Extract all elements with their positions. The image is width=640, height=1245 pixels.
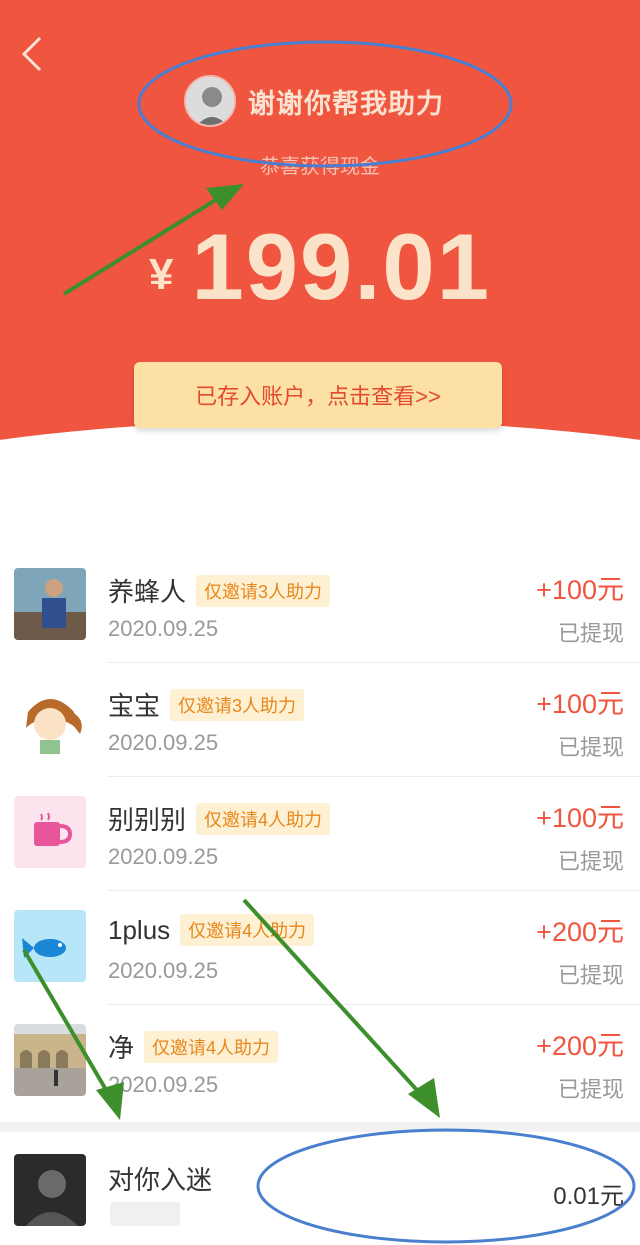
cash-amount: ¥ 199.01 — [0, 214, 640, 314]
list-item[interactable]: 1plus 仅邀请4人助力 2020.09.25 +200元 已提现 — [0, 890, 640, 1004]
record-amount: +100元 — [536, 803, 624, 833]
record-name: 宝宝 — [108, 691, 161, 721]
record-name-row: 养蜂人 仅邀请3人助力 — [108, 572, 331, 609]
record-amount: 0.01元 — [553, 1183, 624, 1210]
record-amount: +200元 — [536, 917, 624, 947]
subtitle: 恭喜获得现金 — [260, 156, 380, 178]
dark-portrait-avatar — [14, 1154, 86, 1226]
invite-tag: 仅邀请3人助力 — [170, 688, 305, 721]
list-item[interactable]: 别别别 仅邀请4人助力 2020.09.25 +100元 已提现 — [0, 776, 640, 890]
invite-tag: 仅邀请4人助力 — [144, 1030, 279, 1063]
blurred-info — [110, 1202, 180, 1226]
list-item[interactable]: 净 仅邀请4人助力 2020.09.25 +200元 已提现 — [0, 1004, 640, 1118]
pink-mug-avatar — [14, 796, 86, 868]
invite-tag: 仅邀请3人助力 — [196, 574, 331, 607]
page-title: 谢谢你帮我助力 — [248, 88, 444, 119]
record-status: 已提现 — [557, 735, 624, 760]
record-status: 已提现 — [557, 621, 624, 646]
record-status: 已提现 — [557, 849, 624, 874]
record-status: 已提现 — [557, 1077, 624, 1102]
list-item[interactable]: 养蜂人 仅邀请3人助力 2020.09.25 +100元 已提现 — [0, 548, 640, 662]
record-name: 1plus — [108, 914, 171, 945]
record-amount: +100元 — [536, 575, 624, 605]
list-item[interactable]: 对你入迷 0.01元 — [0, 1132, 640, 1245]
view-account-button[interactable]: 已存入账户，点击查看>> — [134, 362, 502, 428]
record-name-row: 净 仅邀请4人助力 — [108, 1028, 279, 1065]
record-list: 养蜂人 仅邀请3人助力 2020.09.25 +100元 已提现 宝宝 仅邀请3… — [0, 548, 640, 1118]
record-date: 2020.09.25 — [108, 730, 219, 755]
header-banner: 谢谢你帮我助力 恭喜获得现金 ¥ 199.01 已存入账户，点击查看>> — [0, 0, 640, 530]
record-name-row: 别别别 仅邀请4人助力 — [108, 800, 331, 837]
record-date: 2020.09.25 — [108, 958, 219, 983]
blue-fish-avatar — [14, 910, 86, 982]
title-row: 谢谢你帮我助力 — [184, 74, 444, 128]
photo-person-avatar — [14, 568, 86, 640]
cartoon-girl-avatar — [14, 682, 86, 754]
amount-value: 199.01 — [191, 214, 491, 319]
record-date: 2020.09.25 — [108, 616, 219, 641]
arch-building-avatar — [14, 1024, 86, 1096]
record-amount: +200元 — [536, 1031, 624, 1061]
invite-tag: 仅邀请4人助力 — [180, 914, 315, 946]
record-name-row: 宝宝 仅邀请3人助力 — [108, 686, 305, 723]
user-avatar — [184, 75, 236, 127]
record-name-row: 1plus 仅邀请4人助力 — [108, 914, 315, 946]
invite-tag: 仅邀请4人助力 — [196, 802, 331, 835]
header-curve — [0, 420, 640, 530]
record-date: 2020.09.25 — [108, 844, 219, 869]
record-name: 对你入迷 — [108, 1165, 213, 1195]
record-date: 2020.09.25 — [108, 1072, 219, 1097]
list-item[interactable]: 宝宝 仅邀请3人助力 2020.09.25 +100元 已提现 — [0, 662, 640, 776]
back-chevron-icon[interactable] — [14, 34, 54, 74]
record-status: 已提现 — [557, 963, 624, 988]
currency-symbol: ¥ — [149, 250, 174, 299]
record-name: 养蜂人 — [108, 577, 187, 607]
record-name: 别别别 — [108, 805, 187, 835]
record-name: 净 — [108, 1033, 135, 1063]
section-divider — [0, 1122, 640, 1132]
record-amount: +100元 — [536, 689, 624, 719]
